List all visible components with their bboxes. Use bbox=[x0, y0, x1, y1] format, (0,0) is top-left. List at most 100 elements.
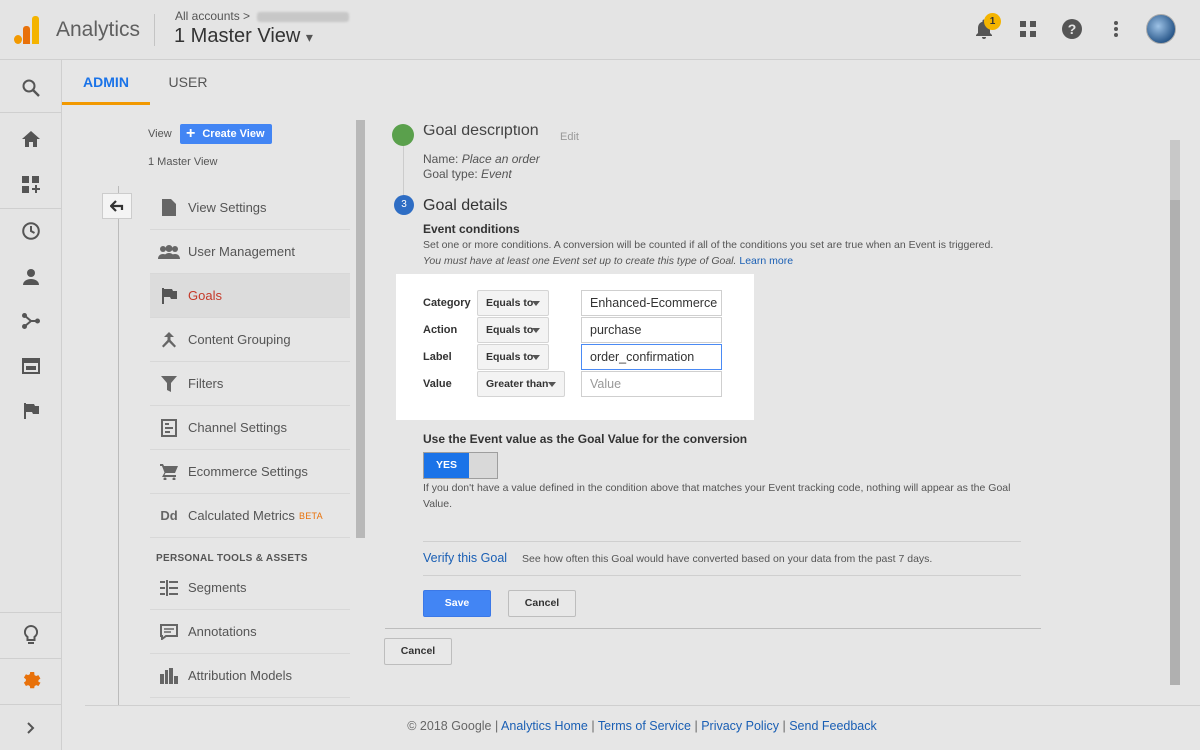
admin-item-attribution-models[interactable]: Attribution Models bbox=[150, 654, 350, 698]
main-scrollbar-thumb[interactable] bbox=[1170, 200, 1180, 685]
view-selector-label: 1 Master View bbox=[174, 25, 301, 47]
footer: © 2018 Google | Analytics Home | Terms o… bbox=[0, 719, 1200, 733]
verify-goal-description: See how often this Goal would have conve… bbox=[522, 553, 933, 565]
dd-icon: Dd bbox=[160, 508, 178, 523]
more-options-button[interactable] bbox=[1102, 15, 1130, 43]
footer-separator: | bbox=[591, 719, 595, 733]
condition-label-label: Label bbox=[423, 351, 452, 363]
discover-button[interactable] bbox=[0, 613, 62, 657]
dashboard-add-icon bbox=[22, 176, 40, 193]
value-operator-select[interactable]: Greater than bbox=[477, 371, 565, 397]
behavior-button[interactable] bbox=[0, 344, 62, 388]
step-complete-icon bbox=[392, 124, 414, 146]
acquisition-icon bbox=[22, 313, 40, 329]
app-name: Analytics bbox=[56, 18, 141, 41]
step-connector bbox=[403, 145, 404, 195]
analytics-logo-icon[interactable] bbox=[14, 16, 40, 44]
help-icon: ? bbox=[1062, 19, 1082, 39]
breadcrumb[interactable]: All accounts > bbox=[175, 9, 350, 23]
search-icon bbox=[22, 79, 40, 97]
category-operator-select[interactable]: Equals to bbox=[477, 290, 549, 316]
verify-goal-link[interactable]: Verify this Goal bbox=[423, 551, 507, 565]
footer-link-privacy[interactable]: Privacy Policy bbox=[701, 719, 779, 733]
view-selector-name[interactable]: 1 Master View bbox=[148, 156, 218, 168]
event-conditions-description: Set one or more conditions. A conversion… bbox=[423, 237, 1013, 269]
view-selector[interactable]: 1 Master View ▾ bbox=[174, 25, 313, 48]
arrow-back-icon bbox=[110, 200, 124, 212]
category-value-input[interactable]: Enhanced-Ecommerce bbox=[581, 290, 722, 316]
admin-item-filters[interactable]: Filters bbox=[150, 362, 350, 406]
footer-separator: | bbox=[495, 719, 499, 733]
goal-description-heading: Goal description bbox=[423, 125, 539, 139]
action-value-input[interactable]: purchase bbox=[581, 317, 722, 343]
divider bbox=[385, 628, 1041, 629]
admin-item-annotations[interactable]: Annotations bbox=[150, 610, 350, 654]
admin-item-calculated-metrics[interactable]: Dd Calculated Metrics BETA bbox=[150, 494, 350, 538]
clock-icon bbox=[22, 222, 40, 240]
admin-settings-button[interactable] bbox=[0, 659, 62, 703]
admin-item-ecommerce-settings[interactable]: Ecommerce Settings bbox=[150, 450, 350, 494]
help-button[interactable]: ? bbox=[1058, 15, 1086, 43]
breadcrumb-all-accounts[interactable]: All accounts bbox=[175, 9, 240, 23]
avatar[interactable] bbox=[1146, 14, 1176, 44]
goal-details-heading: Goal details bbox=[423, 197, 508, 214]
realtime-button[interactable] bbox=[0, 209, 62, 253]
back-button[interactable] bbox=[102, 193, 132, 219]
admin-item-label: Attribution Models bbox=[188, 668, 293, 683]
blurred-account-name bbox=[257, 11, 350, 22]
label-value-input[interactable]: order_confirmation bbox=[581, 344, 722, 370]
admin-item-view-settings[interactable]: View Settings bbox=[150, 186, 350, 230]
filter-icon bbox=[161, 375, 177, 392]
action-operator-select[interactable]: Equals to bbox=[477, 317, 549, 343]
admin-item-channel-settings[interactable]: Channel Settings bbox=[150, 406, 350, 450]
admin-item-content-grouping[interactable]: Content Grouping bbox=[150, 318, 350, 362]
goal-description-edit-link[interactable]: Edit bbox=[560, 131, 579, 143]
footer-link-terms[interactable]: Terms of Service bbox=[598, 719, 691, 733]
create-view-button[interactable]: + Create View bbox=[180, 124, 272, 144]
divider bbox=[423, 541, 1021, 542]
admin-item-label: User Management bbox=[188, 244, 295, 259]
audience-button[interactable] bbox=[0, 255, 62, 299]
acquisition-button[interactable] bbox=[0, 299, 62, 343]
personal-tools-header: PERSONAL TOOLS & ASSETS bbox=[156, 553, 308, 564]
cancel-button[interactable]: Cancel bbox=[508, 590, 576, 617]
value-value-input[interactable]: Value bbox=[581, 371, 722, 397]
people-icon bbox=[158, 244, 180, 259]
footer-separator: | bbox=[782, 719, 786, 733]
apps-button[interactable] bbox=[1014, 15, 1042, 43]
dropdown-caret-icon bbox=[548, 382, 556, 387]
admin-item-segments[interactable]: Segments bbox=[150, 566, 350, 610]
learn-more-link[interactable]: Learn more bbox=[739, 255, 793, 267]
step-number-badge: 3 bbox=[394, 195, 414, 215]
customization-button[interactable] bbox=[0, 163, 62, 207]
operator-value: Greater than bbox=[486, 378, 549, 390]
use-event-value-toggle[interactable]: YES bbox=[423, 452, 498, 479]
document-icon bbox=[162, 199, 176, 216]
home-icon bbox=[22, 131, 40, 147]
save-button[interactable]: Save bbox=[423, 590, 491, 617]
admin-item-user-management[interactable]: User Management bbox=[150, 230, 350, 274]
dropdown-caret-icon bbox=[532, 301, 540, 306]
admin-item-label: Ecommerce Settings bbox=[188, 464, 308, 479]
footer-link-analytics-home[interactable]: Analytics Home bbox=[501, 719, 588, 733]
admin-item-label: Filters bbox=[188, 376, 224, 391]
person-icon bbox=[23, 269, 39, 285]
use-event-value-label: Use the Event value as the Goal Value fo… bbox=[423, 432, 748, 446]
admin-item-goals[interactable]: Goals bbox=[150, 274, 350, 318]
admin-column-scrollbar[interactable] bbox=[356, 120, 365, 538]
flag-icon bbox=[162, 287, 177, 304]
divider bbox=[423, 575, 1021, 576]
home-button[interactable] bbox=[0, 117, 62, 161]
beta-badge: BETA bbox=[298, 510, 323, 521]
label-operator-select[interactable]: Equals to bbox=[477, 344, 549, 370]
behavior-window-icon bbox=[22, 358, 40, 374]
notifications-button[interactable]: 1 bbox=[970, 13, 1001, 43]
tab-user[interactable]: USER bbox=[150, 60, 226, 105]
conversions-button[interactable] bbox=[0, 389, 62, 433]
cancel-goal-button[interactable]: Cancel bbox=[384, 638, 452, 665]
tab-admin[interactable]: ADMIN bbox=[62, 60, 150, 105]
footer-link-feedback[interactable]: Send Feedback bbox=[789, 719, 877, 733]
condition-label-action: Action bbox=[423, 324, 458, 336]
search-button[interactable] bbox=[0, 66, 62, 110]
condition-label-value: Value bbox=[423, 378, 452, 390]
